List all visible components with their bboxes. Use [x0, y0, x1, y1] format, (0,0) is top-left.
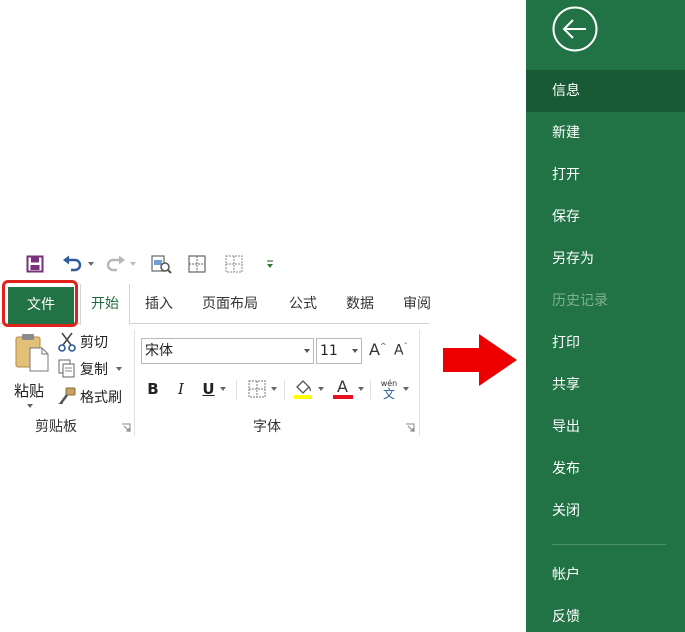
font-color-swatch [332, 395, 353, 399]
format-separator [370, 380, 371, 400]
paste-icon [15, 334, 49, 372]
cut-button[interactable]: 剪切 [58, 330, 108, 354]
scissors-icon [58, 332, 76, 352]
font-name-dropdown-icon[interactable] [304, 349, 310, 353]
tab-formulas[interactable]: 公式 [289, 284, 317, 324]
bold-button[interactable]: B [144, 376, 162, 402]
group-separator [134, 330, 135, 436]
group-separator [419, 330, 420, 436]
font-size-select[interactable]: 11 [316, 338, 362, 364]
fill-color-dropdown-icon[interactable] [317, 387, 324, 391]
font-dialog-launcher-icon[interactable] [405, 423, 415, 433]
backstage-sidebar: 信息 新建 打开 保存 另存为 历史记录 打印 共享 导出 发布 关闭 帐户 反… [526, 0, 685, 632]
backstage-item-close[interactable]: 关闭 [526, 490, 685, 532]
paste-label: 粘贴 [14, 382, 45, 400]
phonetic-guide-button[interactable]: wén 文 [377, 376, 413, 402]
format-separator [236, 380, 237, 400]
font-name-value: 宋体 [145, 343, 173, 359]
font-color-button[interactable]: A [330, 376, 366, 402]
grow-font-caret-icon: ^ [379, 341, 387, 351]
redo-icon[interactable] [104, 252, 126, 276]
file-tab-highlight-box [2, 280, 78, 327]
print-preview-icon[interactable] [150, 252, 172, 276]
undo-dropdown-icon[interactable] [88, 252, 94, 276]
redo-dropdown-icon[interactable] [130, 252, 136, 276]
phonetic-dropdown-icon[interactable] [403, 387, 410, 391]
format-painter-icon [58, 387, 76, 404]
fill-bucket-icon [293, 380, 312, 399]
font-name-select[interactable]: 宋体 [141, 338, 314, 364]
cut-label: 剪切 [80, 335, 108, 351]
underline-dropdown-icon[interactable] [219, 387, 226, 391]
font-color-dropdown-icon[interactable] [357, 387, 364, 391]
arrow-right-icon [443, 334, 517, 386]
backstage-item-feedback[interactable]: 反馈 [526, 596, 685, 632]
clipboard-dialog-launcher-icon[interactable] [121, 423, 131, 433]
customize-qat-icon[interactable] [266, 252, 274, 276]
save-icon[interactable] [26, 252, 44, 276]
font-size-value: 11 [320, 343, 338, 359]
paste-dropdown-icon[interactable] [27, 404, 33, 408]
tab-review[interactable]: 审阅 [403, 284, 430, 324]
ribbon-home: 粘贴 剪切 复制 格式刷 剪贴板 宋体 11 A^ Aˇ B I U A wén… [0, 324, 430, 436]
tab-insert[interactable]: 插入 [145, 284, 173, 324]
copy-button[interactable]: 复制 [58, 357, 122, 381]
backstage-item-publish[interactable]: 发布 [526, 448, 685, 490]
backstage-item-open[interactable]: 打开 [526, 154, 685, 196]
borders-button[interactable] [244, 376, 280, 402]
font-color-glyph: A [337, 377, 348, 396]
merge-cells-icon[interactable] [225, 252, 243, 276]
format-painter-button[interactable]: 格式刷 [58, 385, 122, 409]
backstage-item-export[interactable]: 导出 [526, 406, 685, 448]
backstage-item-save-as[interactable]: 另存为 [526, 238, 685, 280]
bottom-border-icon [248, 380, 265, 398]
italic-glyph: I [178, 380, 184, 398]
backstage-item-share[interactable]: 共享 [526, 364, 685, 406]
grow-font-glyph: A [369, 340, 380, 359]
backstage-divider [552, 544, 666, 545]
backstage-item-new[interactable]: 新建 [526, 112, 685, 154]
font-size-dropdown-icon[interactable] [352, 349, 358, 353]
borders-dropdown-icon[interactable] [270, 387, 277, 391]
clipboard-group-label: 剪贴板 [35, 419, 77, 435]
copy-label: 复制 [80, 362, 108, 378]
format-separator [284, 380, 285, 400]
bold-glyph: B [147, 380, 159, 398]
phonetic-char-glyph: 文 [382, 387, 395, 401]
tab-page-layout[interactable]: 页面布局 [202, 284, 258, 324]
tab-home[interactable]: 开始 [80, 284, 130, 325]
underline-glyph: U [202, 380, 215, 398]
shrink-font-button[interactable]: Aˇ [394, 342, 408, 359]
borders-icon[interactable] [188, 252, 206, 276]
tab-data[interactable]: 数据 [346, 284, 374, 324]
backstage-item-save[interactable]: 保存 [526, 196, 685, 238]
font-group-label: 字体 [253, 419, 281, 435]
copy-dropdown-icon[interactable] [116, 367, 122, 371]
fill-color-button[interactable] [290, 376, 326, 402]
undo-icon[interactable] [62, 252, 84, 276]
paste-button[interactable]: 粘贴 [12, 332, 52, 414]
backstage-item-info[interactable]: 信息 [526, 70, 685, 112]
grow-font-button[interactable]: A^ [369, 340, 387, 359]
copy-icon [58, 359, 75, 378]
backstage-item-print[interactable]: 打印 [526, 322, 685, 364]
backstage-item-account[interactable]: 帐户 [526, 554, 685, 596]
italic-button[interactable]: I [172, 376, 190, 402]
format-painter-label: 格式刷 [80, 390, 122, 406]
underline-button[interactable]: U [197, 376, 231, 402]
shrink-font-glyph: A [394, 342, 404, 359]
backstage-item-history: 历史记录 [552, 293, 608, 309]
back-arrow-icon[interactable] [552, 6, 598, 52]
shrink-font-caret-icon: ˇ [403, 342, 408, 351]
